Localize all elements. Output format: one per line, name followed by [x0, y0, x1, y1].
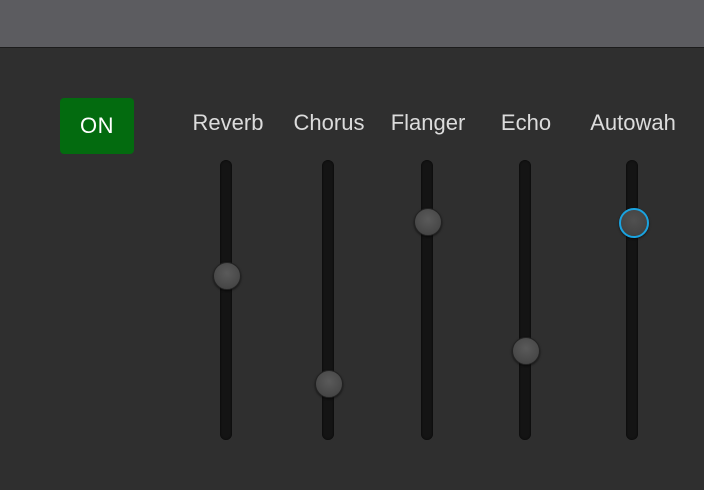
- power-toggle-button[interactable]: ON: [60, 98, 134, 154]
- slider-label-autowah: Autowah: [590, 110, 676, 135]
- slider-label-reverb: Reverb: [192, 110, 264, 135]
- slider-label-echo: Echo: [500, 110, 552, 135]
- slider-track-echo[interactable]: [519, 160, 531, 440]
- slider-thumb-chorus[interactable]: [315, 369, 343, 398]
- slider-label-flanger: Flanger: [390, 110, 466, 135]
- slider-thumb-flanger[interactable]: [414, 207, 442, 236]
- slider-track-chorus[interactable]: [322, 160, 334, 440]
- slider-label-chorus: Chorus: [293, 110, 365, 135]
- slider-track-flanger[interactable]: [421, 160, 433, 440]
- slider-thumb-reverb[interactable]: [213, 261, 241, 290]
- window-titlebar: [0, 0, 704, 48]
- slider-track-autowah[interactable]: [626, 160, 638, 440]
- slider-thumb-autowah[interactable]: [619, 207, 649, 238]
- slider-track-reverb[interactable]: [220, 160, 232, 440]
